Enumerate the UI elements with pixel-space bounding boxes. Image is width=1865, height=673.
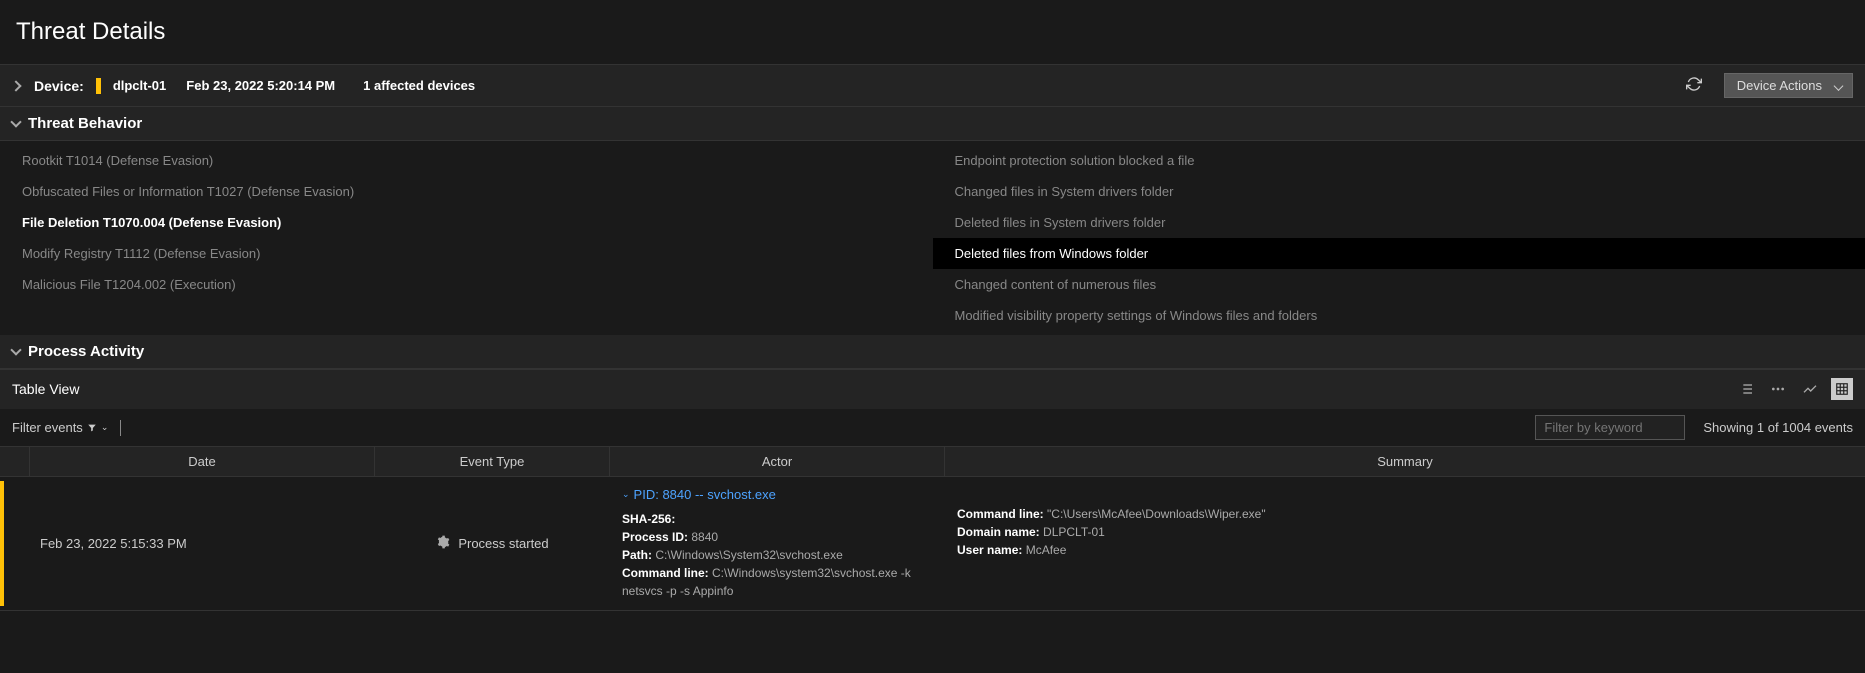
row-event-type: Process started: [375, 477, 610, 610]
chevron-down-icon: [10, 344, 21, 355]
device-name[interactable]: dlpclt-01: [113, 78, 166, 93]
actor-cmd: Command line: C:\Windows\system32\svchos…: [622, 564, 933, 600]
threat-behavior-item[interactable]: Modified visibility property settings of…: [933, 300, 1865, 331]
gear-icon: [436, 535, 450, 552]
grid-view-icon[interactable]: [1831, 378, 1853, 400]
threat-behaviors-list: Endpoint protection solution blocked a f…: [933, 141, 1865, 335]
process-activity-header[interactable]: Process Activity: [0, 335, 1865, 369]
list-view-icon[interactable]: [1735, 378, 1757, 400]
table-view-label: Table View: [12, 381, 79, 397]
filter-bar: Filter events ⌄ Showing 1 of 1004 events: [0, 409, 1865, 447]
affected-devices[interactable]: 1 affected devices: [363, 78, 475, 93]
date-column-header[interactable]: Date: [30, 447, 375, 476]
page-title: Threat Details: [0, 0, 1865, 65]
threat-behavior-body: Rootkit T1014 (Defense Evasion)Obfuscate…: [0, 141, 1865, 335]
threat-behavior-item[interactable]: Changed content of numerous files: [933, 269, 1865, 300]
actor-column-header[interactable]: Actor: [610, 447, 945, 476]
severity-indicator: [96, 78, 101, 94]
chevron-down-icon: ⌄: [101, 422, 109, 433]
filter-keyword-input[interactable]: [1535, 415, 1685, 440]
threat-technique-item[interactable]: Rootkit T1014 (Defense Evasion): [0, 145, 933, 176]
threat-technique-item[interactable]: Malicious File T1204.002 (Execution): [0, 269, 933, 300]
device-timestamp: Feb 23, 2022 5:20:14 PM: [186, 78, 335, 93]
table-view-bar: Table View: [0, 369, 1865, 409]
device-label: Device:: [34, 78, 84, 94]
threat-behavior-item[interactable]: Deleted files from Windows folder: [933, 238, 1865, 269]
threat-technique-item[interactable]: File Deletion T1070.004 (Defense Evasion…: [0, 207, 933, 238]
actor-pid: Process ID: 8840: [622, 528, 933, 546]
refresh-icon[interactable]: [1686, 76, 1702, 95]
summary-domain: Domain name: DLPCLT-01: [957, 523, 1853, 541]
summary-column-header[interactable]: Summary: [945, 447, 1865, 476]
event-type-column-header[interactable]: Event Type: [375, 447, 610, 476]
threat-behavior-item[interactable]: Deleted files in System drivers folder: [933, 207, 1865, 238]
actor-sha: SHA-256:: [622, 510, 933, 528]
threat-behavior-item[interactable]: Endpoint protection solution blocked a f…: [933, 145, 1865, 176]
threat-technique-item[interactable]: Modify Registry T1112 (Defense Evasion): [0, 238, 933, 269]
row-summary: Command line: "C:\Users\McAfee\Downloads…: [945, 477, 1865, 610]
device-actions-button[interactable]: Device Actions: [1724, 73, 1853, 98]
table-header: Date Event Type Actor Summary: [0, 447, 1865, 477]
filter-events-button[interactable]: Filter events ⌄: [12, 420, 108, 435]
pid-link[interactable]: ⌄ PID: 8840 -- svchost.exe: [622, 487, 933, 502]
event-type-text: Process started: [458, 536, 548, 551]
chevron-right-icon[interactable]: [10, 80, 21, 91]
threat-technique-item[interactable]: Obfuscated Files or Information T1027 (D…: [0, 176, 933, 207]
showing-count: Showing 1 of 1004 events: [1703, 420, 1853, 435]
process-activity-title: Process Activity: [28, 343, 144, 360]
device-bar: Device: dlpclt-01 Feb 23, 2022 5:20:14 P…: [0, 65, 1865, 107]
table-row[interactable]: Feb 23, 2022 5:15:33 PM Process started …: [0, 477, 1865, 611]
more-icon[interactable]: [1767, 378, 1789, 400]
actor-path: Path: C:\Windows\System32\svchost.exe: [622, 546, 933, 564]
expand-column: [0, 447, 30, 476]
row-actor: ⌄ PID: 8840 -- svchost.exe SHA-256: Proc…: [610, 477, 945, 610]
threat-techniques-list: Rootkit T1014 (Defense Evasion)Obfuscate…: [0, 141, 933, 335]
threat-behavior-header[interactable]: Threat Behavior: [0, 107, 1865, 141]
threat-behavior-title: Threat Behavior: [28, 115, 142, 132]
pid-link-text: PID: 8840 -- svchost.exe: [634, 487, 776, 502]
chevron-down-icon: [10, 116, 21, 127]
filter-icon: [87, 423, 97, 433]
row-severity-marker: [0, 481, 10, 606]
summary-cmd: Command line: "C:\Users\McAfee\Downloads…: [957, 505, 1853, 523]
filter-events-label: Filter events: [12, 420, 83, 435]
summary-user: User name: McAfee: [957, 541, 1853, 559]
threat-behavior-item[interactable]: Changed files in System drivers folder: [933, 176, 1865, 207]
text-cursor: [120, 420, 121, 436]
row-date: Feb 23, 2022 5:15:33 PM: [10, 477, 375, 610]
graph-view-icon[interactable]: [1799, 378, 1821, 400]
chevron-down-icon: ⌄: [622, 489, 630, 500]
